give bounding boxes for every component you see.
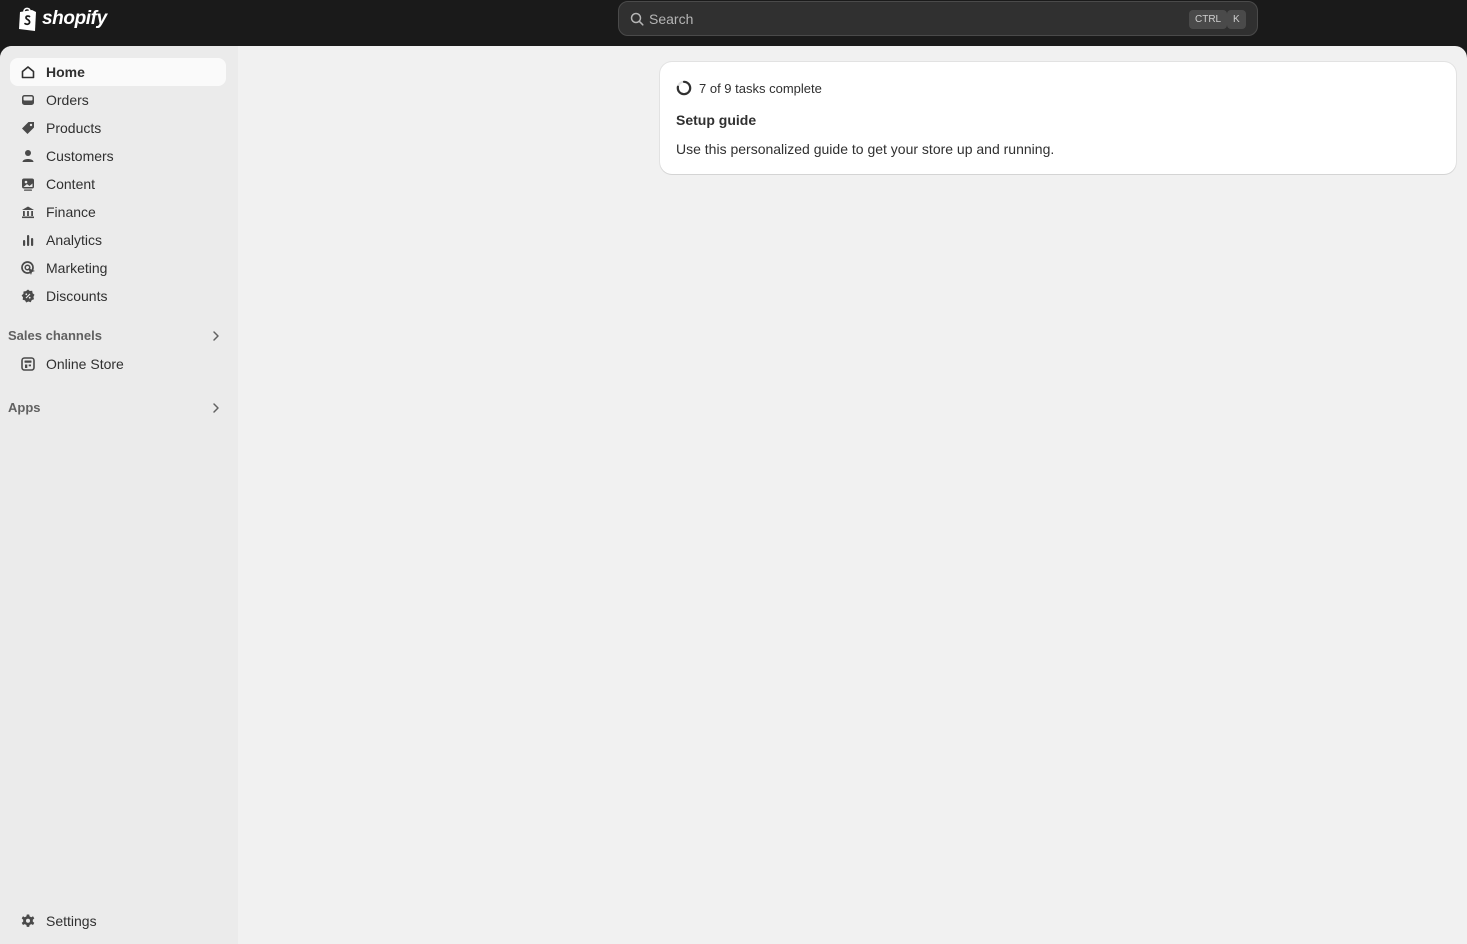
sidebar-item-home[interactable]: Home [10,58,226,86]
sidebar-item-label: Marketing [46,260,108,276]
apps-header[interactable]: Apps [0,394,238,422]
shortcut-k-badge: K [1227,10,1246,29]
sidebar-item-label: Home [46,64,85,80]
bar-chart-icon [23,235,34,246]
sidebar-item-label: Products [46,120,102,136]
sidebar-item-label: Orders [46,92,89,108]
sidebar-item-settings[interactable]: Settings [10,907,226,935]
sidebar-item-label: Analytics [46,232,103,248]
shopify-logo[interactable]: shopify [17,6,107,32]
shopify-bag-icon [19,7,36,31]
tasks-progress-text: 7 of 9 tasks complete [699,81,822,96]
sidebar-item-products[interactable]: Products [10,114,226,142]
sidebar-item-label: Online Store [46,356,124,372]
sidebar-item-customers[interactable]: Customers [10,142,226,170]
sidebar-item-label: Content [46,176,96,192]
tag-icon [22,122,34,134]
home-icon [21,66,35,79]
chevron-right-icon[interactable] [210,330,222,342]
sidebar-item-discounts[interactable]: Discounts [10,282,226,310]
sales-channels-header[interactable]: Sales channels [0,322,238,350]
sidebar-item-marketing[interactable]: Marketing [10,254,226,282]
progress-ring-icon [676,80,692,96]
image-icon [22,178,34,191]
brand-name: shopify [42,8,107,29]
sidebar-item-online-store[interactable]: Online Store [10,350,226,378]
discount-icon [21,289,35,303]
person-icon [22,150,34,162]
sidebar-item-content[interactable]: Content [10,170,226,198]
apps-label: Apps [8,400,41,415]
setup-guide-card[interactable]: 7 of 9 tasks complete Setup guide Use th… [660,62,1456,174]
sidebar-item-analytics[interactable]: Analytics [10,226,226,254]
chevron-right-icon[interactable] [210,402,222,414]
sidebar: Home Orders Products Customers Content F… [0,46,238,944]
setup-guide-title: Setup guide [676,112,757,128]
setup-guide-description: Use this personalized guide to get your … [676,141,1055,157]
inbox-icon [22,95,34,105]
store-icon [21,357,35,371]
sidebar-item-label: Customers [46,148,114,164]
search-input[interactable] [649,2,1149,35]
sales-channels-label: Sales channels [8,328,102,343]
sidebar-item-label: Finance [46,204,96,220]
top-bar: shopify CTRL K [0,0,1467,46]
search-bar[interactable]: CTRL K [618,1,1258,36]
target-icon [21,261,35,275]
search-icon [630,12,644,26]
sidebar-item-finance[interactable]: Finance [10,198,226,226]
bank-icon [22,206,34,219]
sidebar-item-orders[interactable]: Orders [10,86,226,114]
sidebar-item-label: Discounts [46,288,108,304]
sidebar-item-label: Settings [46,913,97,929]
gear-icon [21,914,35,927]
shortcut-ctrl-badge: CTRL [1189,10,1228,29]
app-shell: Home Orders Products Customers Content F… [0,46,1467,944]
